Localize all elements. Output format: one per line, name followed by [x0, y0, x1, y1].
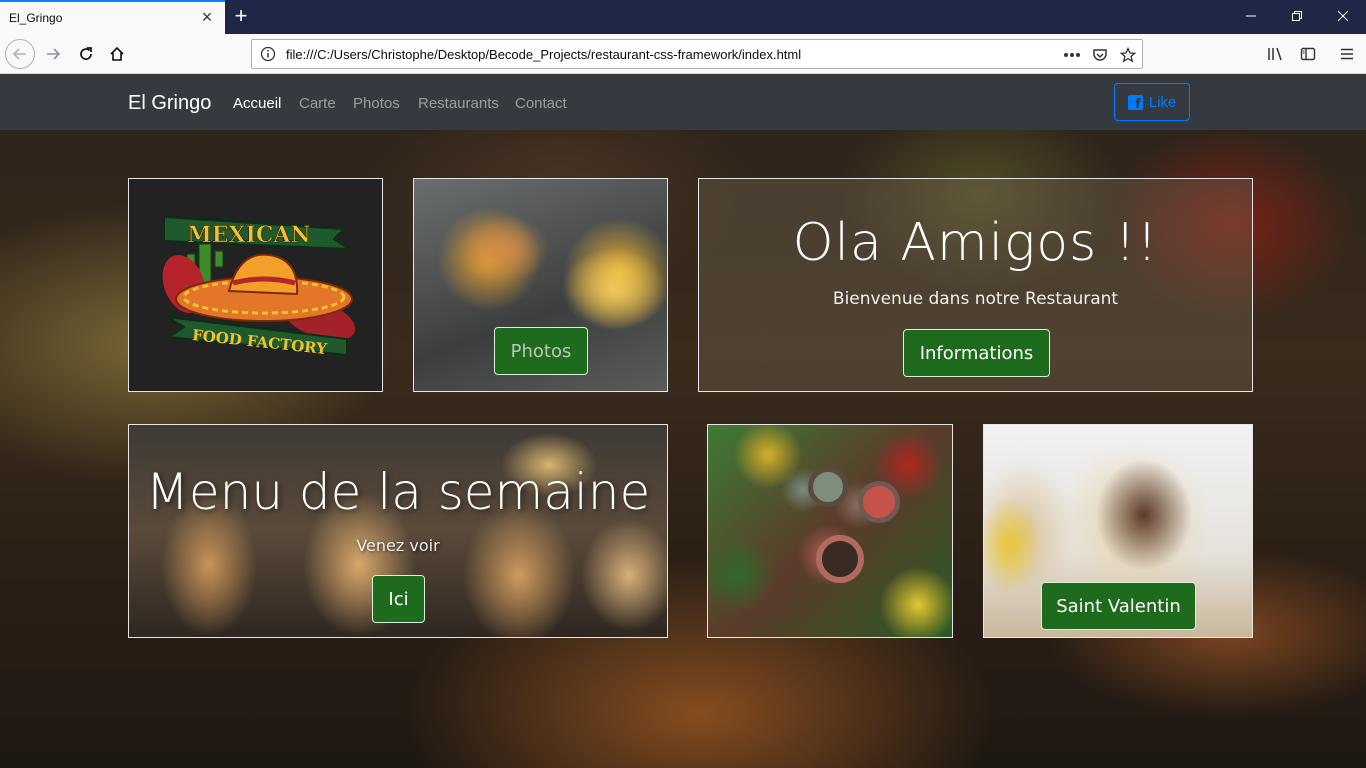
close-window-icon[interactable] — [1320, 4, 1366, 30]
tacos-card: Saint Valentin — [983, 424, 1253, 638]
informations-button[interactable]: Informations — [903, 329, 1050, 377]
browser-tab[interactable]: El_Gringo × — [0, 0, 225, 34]
nav-carte[interactable]: Carte — [299, 95, 336, 112]
logo-card: MEXICAN FOOD FACTORY — [128, 178, 383, 392]
browser-toolbar: file:///C:/Users/Christophe/Desktop/Beco… — [0, 34, 1366, 74]
site-navbar: El Gringo Accueil Carte Photos Restauran… — [0, 74, 1366, 130]
menu-card: Menu de la semaine Venez voir Ici — [128, 424, 668, 638]
restore-icon[interactable] — [1274, 4, 1320, 30]
url-text: file:///C:/Users/Christophe/Desktop/Beco… — [286, 47, 802, 62]
back-icon[interactable] — [5, 39, 35, 69]
saint-valentin-button[interactable]: Saint Valentin — [1041, 582, 1196, 630]
nav-contact[interactable]: Contact — [515, 95, 567, 112]
browser-tab-strip: El_Gringo × + — [0, 0, 1366, 34]
tab-title: El_Gringo — [9, 11, 63, 25]
home-icon[interactable] — [103, 40, 131, 68]
bookmark-star-icon[interactable] — [1118, 45, 1138, 65]
minimize-icon[interactable] — [1228, 4, 1274, 30]
nav-photos[interactable]: Photos — [353, 95, 400, 112]
spices-image-card — [707, 424, 953, 638]
mexican-food-factory-logo: MEXICAN FOOD FACTORY — [162, 215, 356, 358]
url-bar[interactable]: file:///C:/Users/Christophe/Desktop/Beco… — [251, 39, 1143, 69]
page-background: El Gringo Accueil Carte Photos Restauran… — [0, 74, 1366, 768]
pocket-icon[interactable] — [1090, 45, 1110, 65]
new-tab-icon[interactable]: + — [231, 5, 251, 27]
facebook-icon — [1127, 94, 1143, 112]
page-actions-icon[interactable] — [1062, 45, 1082, 65]
photos-card: Photos — [413, 178, 668, 392]
welcome-card: Ola Amigos !! Bienvenue dans notre Resta… — [698, 178, 1253, 392]
menu-subtitle: Venez voir — [356, 536, 440, 555]
menu-icon[interactable] — [1336, 43, 1358, 65]
site-info-icon[interactable] — [260, 46, 276, 62]
nav-accueil[interactable]: Accueil — [233, 95, 281, 112]
welcome-title: Ola Amigos !! — [792, 213, 1159, 273]
nav-restaurants[interactable]: Restaurants — [418, 95, 499, 112]
facebook-like-button[interactable]: Like — [1114, 83, 1190, 121]
sidebar-icon[interactable] — [1297, 43, 1319, 65]
menu-title: Menu de la semaine — [145, 463, 651, 521]
site-brand[interactable]: El Gringo — [128, 92, 211, 115]
library-icon[interactable] — [1265, 43, 1287, 65]
photos-button[interactable]: Photos — [494, 327, 588, 375]
close-tab-icon[interactable]: × — [198, 8, 216, 26]
like-label: Like — [1148, 93, 1177, 111]
ici-button[interactable]: Ici — [372, 575, 425, 623]
forward-icon[interactable] — [39, 40, 67, 68]
welcome-subtitle: Bienvenue dans notre Restaurant — [832, 289, 1119, 309]
reload-icon[interactable] — [72, 40, 100, 68]
